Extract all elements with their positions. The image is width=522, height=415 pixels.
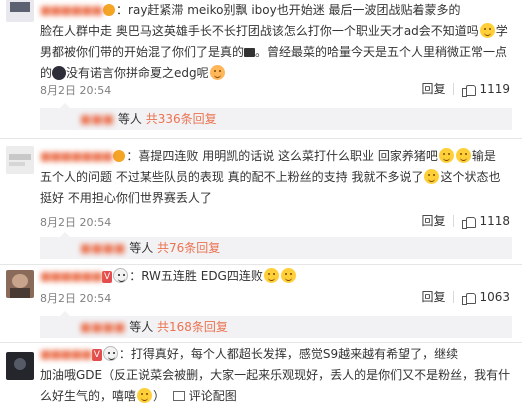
vip-badge-icon: V: [91, 349, 102, 361]
replies-count-link[interactable]: 共168条回复: [157, 320, 228, 334]
comment-text: 。曾经最菜的哈量今天是五个人里稍微正常一点: [255, 45, 508, 59]
reply-button[interactable]: 回复: [421, 80, 445, 97]
comment-actions: 回复 1063: [421, 288, 510, 305]
emoji-icon: [438, 148, 454, 163]
like-count[interactable]: 1063: [479, 290, 510, 304]
reply-user[interactable]: ■■■: [80, 108, 114, 130]
comment-line: ■■■■■■ ：ray赶紧滞 meiko别飘 iboy也开始迷 最后一波团战贴着蒙…: [40, 0, 512, 21]
image-icon: [172, 391, 185, 401]
replies-prefix: 等人: [117, 112, 142, 126]
avatar[interactable]: [6, 146, 34, 174]
comment-text: ：打得真好，每个人都超长发挥，感觉S9越来越有希望了，继续: [118, 347, 459, 361]
comment-text: 输是: [471, 149, 496, 163]
avatar[interactable]: [6, 270, 34, 298]
comment-text: 五个人的问题 不过某些队员的表现 真的配不上粉丝的支持 我就不多说了: [40, 170, 424, 184]
inline-avatar-icon: [52, 66, 67, 80]
divider: [453, 290, 455, 303]
comment-time: 8月2日 20:54: [40, 292, 112, 305]
like-icon[interactable]: [462, 215, 477, 229]
arrow-icon: [60, 232, 70, 237]
reply-user[interactable]: ■■■■: [80, 316, 125, 338]
replies-prefix: 等人: [129, 320, 154, 334]
avatar[interactable]: [6, 0, 34, 22]
divider: [0, 264, 522, 265]
comment-time: 8月2日 20:54: [40, 216, 112, 229]
comment-line: 五个人的问题 不过某些队员的表现 真的配不上粉丝的支持 我就不多说了 这个状态也: [40, 167, 512, 188]
comment-line: ■■■■■ V ：打得真好，每个人都超长发挥，感觉S9越来越有希望了，继续: [40, 344, 512, 365]
comment-text: 加油哦GDE（反正说菜会被删，大家一起来乐观现好，丢人的是你们又不是粉丝，我有什: [40, 368, 511, 382]
reply-user[interactable]: ■■■■: [80, 237, 125, 259]
username[interactable]: ■■■■■: [40, 347, 93, 361]
username[interactable]: ■■■■■■■: [40, 149, 113, 163]
emoji-icon: [280, 268, 296, 283]
comment-line: 么好生气的，嘻嘻 ） 评论配图: [40, 386, 512, 407]
comment-text: ：喜提四连败 用明凯的话说 这么菜打什么职业 回家养猪吧: [126, 149, 438, 163]
reply-button[interactable]: 回复: [421, 212, 445, 229]
comment-line: 脸在人群中走 奥巴马这英雄手长不长打团战该怎么打你一个职业天才ad会不知道吗 学: [40, 21, 512, 42]
comment-text: ：RW五连胜 EDG四连败: [129, 269, 263, 283]
comment-line: 加油哦GDE（反正说菜会被删，大家一起来乐观现好，丢人的是你们又不是粉丝，我有什: [40, 365, 512, 386]
comment-text: 学: [495, 24, 508, 38]
emoji-icon: [479, 23, 495, 38]
divider: [453, 214, 455, 227]
emoji-icon: [209, 65, 225, 80]
emoji-icon: [455, 148, 471, 163]
comment-image-link[interactable]: 评论配图: [189, 389, 237, 403]
comment-actions: 回复 1118: [421, 212, 510, 229]
like-icon[interactable]: [462, 291, 477, 305]
emoji-icon: [424, 169, 440, 184]
comment-text: 的: [40, 66, 53, 80]
replies-count-link[interactable]: 共76条回复: [157, 241, 220, 255]
replies-summary[interactable]: ■■■■ 等人 共168条回复: [40, 311, 512, 338]
comment-text: ：ray赶紧滞 meiko别飘 iboy也开始迷 最后一波团战贴着蒙多的: [116, 3, 461, 17]
username[interactable]: ■■■■■■: [40, 269, 103, 283]
replies-summary[interactable]: ■■■ 等人 共336条回复: [40, 103, 512, 130]
comment-text: 挺好 不用担心你们世界赛丢人了: [40, 191, 212, 205]
member-badge-icon: [103, 4, 116, 16]
avatar[interactable]: [6, 352, 34, 380]
divider: [0, 138, 522, 139]
replies-count-link[interactable]: 共336条回复: [146, 112, 217, 126]
comment-text: 没有诺言你拼命夏之edg呢: [66, 66, 209, 80]
comment-time: 8月2日 20:54: [40, 84, 112, 97]
arrow-icon: [60, 103, 70, 108]
member-badge-icon: [113, 150, 126, 162]
like-icon[interactable]: [462, 83, 477, 97]
comment-text: 男都被你们带的开始混了你们了是真的: [40, 45, 245, 59]
panda-emoji-icon: [102, 346, 118, 361]
reply-button[interactable]: 回复: [421, 288, 445, 305]
replies-prefix: 等人: [129, 241, 154, 255]
emoji-icon: [137, 388, 153, 403]
comment-text: ）: [153, 389, 166, 403]
comment-line: 男都被你们带的开始混了你们了是真的 。曾经最菜的哈量今天是五个人里稍微正常一点: [40, 42, 512, 63]
comment-actions: 回复 1119: [421, 80, 510, 97]
comment-text: 这个状态也: [440, 170, 501, 184]
comment-text: 么好生气的，嘻嘻: [40, 389, 137, 403]
username[interactable]: ■■■■■■: [40, 3, 103, 17]
emoji-icon: [263, 268, 279, 283]
comment-line: 挺好 不用担心你们世界赛丢人了: [40, 188, 512, 209]
arrow-icon: [60, 311, 70, 316]
divider: [0, 342, 522, 343]
panda-emoji-icon: [113, 268, 129, 283]
like-count[interactable]: 1119: [479, 82, 510, 96]
like-count[interactable]: 1118: [479, 214, 510, 228]
trash-icon: [244, 48, 256, 57]
comment-line: ■■■■■■■ ：喜提四连败 用明凯的话说 这么菜打什么职业 回家养猪吧 输是: [40, 146, 512, 167]
vip-badge-icon: V: [102, 271, 113, 283]
comment-line: ■■■■■■ V ：RW五连胜 EDG四连败: [40, 266, 512, 287]
replies-summary[interactable]: ■■■■ 等人 共76条回复: [40, 232, 512, 259]
divider: [453, 82, 455, 95]
comment-text: 脸在人群中走 奥巴马这英雄手长不长打团战该怎么打你一个职业天才ad会不知道吗: [40, 24, 479, 38]
